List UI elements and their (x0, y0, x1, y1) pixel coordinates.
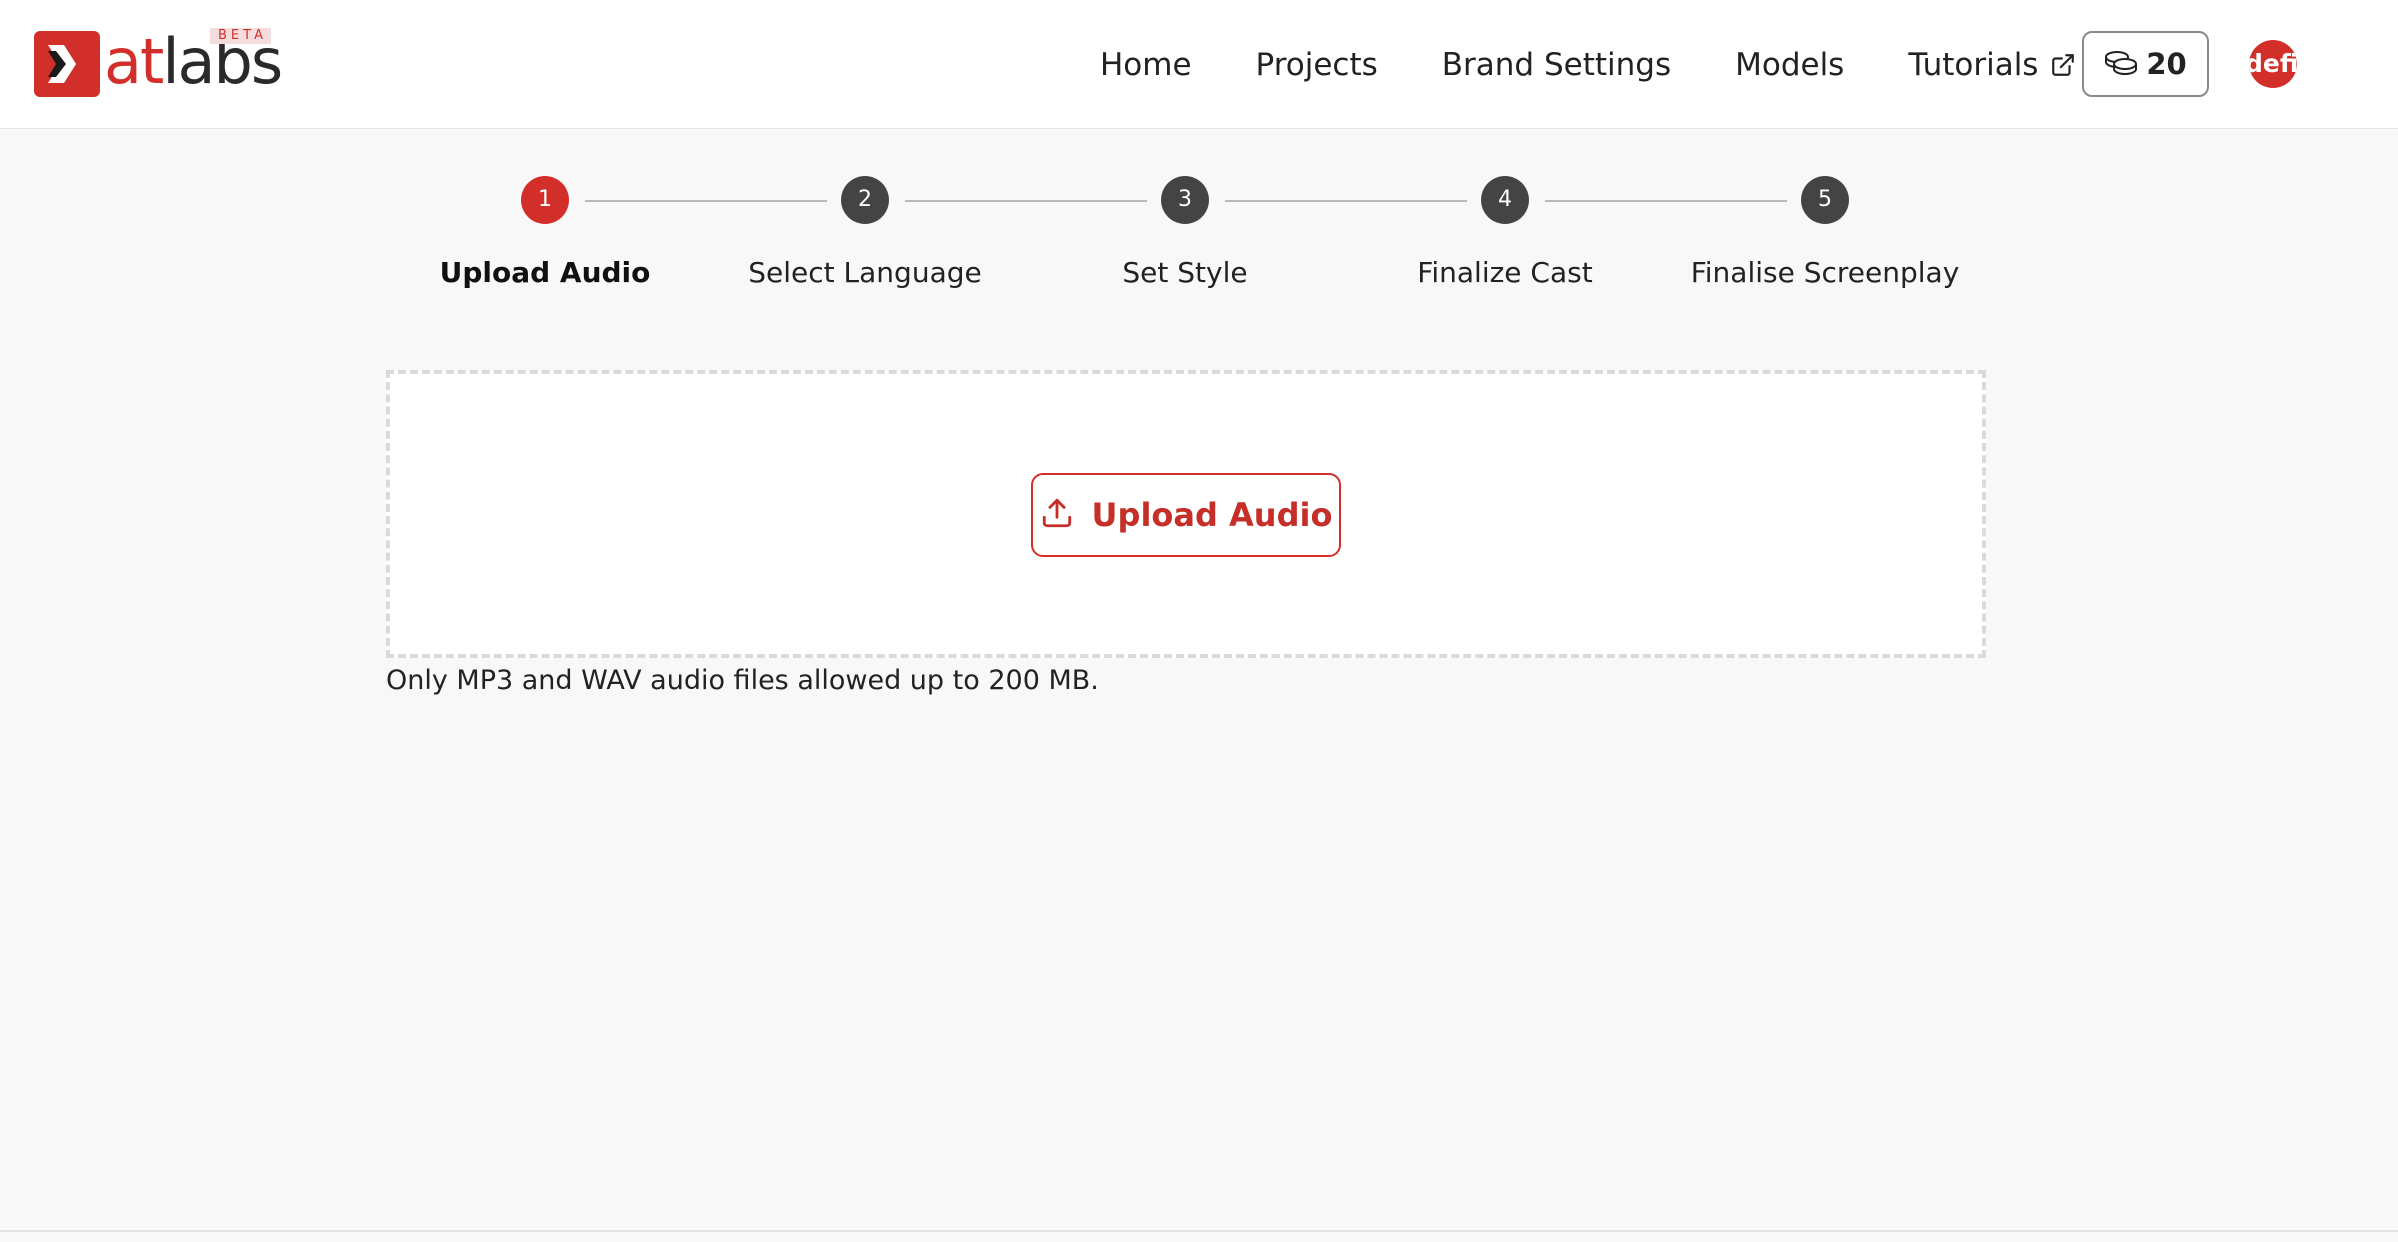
step-1-label: Upload Audio (440, 256, 651, 289)
step-4-label: Finalize Cast (1417, 256, 1592, 289)
step-connector (1225, 200, 1467, 202)
logo-accent-text: at (104, 25, 162, 98)
upload-audio-button-label: Upload Audio (1092, 496, 1333, 534)
external-link-icon (2050, 52, 2076, 78)
brand-logo[interactable]: atlabs BETA (34, 30, 281, 98)
upload-audio-button[interactable]: Upload Audio (1031, 473, 1341, 557)
step-3-circle[interactable]: 3 (1161, 176, 1209, 224)
nav-home-label: Home (1100, 47, 1192, 83)
step-1-circle[interactable]: 1 (521, 176, 569, 224)
upload-icon (1040, 496, 1074, 534)
nav-tutorials[interactable]: Tutorials (1908, 47, 2076, 83)
avatar-text: defi (2249, 49, 2297, 78)
step-connector (1545, 200, 1787, 202)
nav-brand-settings[interactable]: Brand Settings (1442, 47, 1671, 83)
bottom-divider (0, 1230, 2398, 1232)
nav-models[interactable]: Models (1735, 47, 1844, 83)
user-avatar[interactable]: defi (2249, 40, 2297, 88)
step-2-label: Select Language (748, 256, 981, 289)
step-3-label: Set Style (1122, 256, 1247, 289)
step-4-circle[interactable]: 4 (1481, 176, 1529, 224)
credits-button[interactable]: 20 (2082, 31, 2209, 97)
upload-help-text: Only MP3 and WAV audio files allowed up … (386, 665, 1099, 696)
coins-icon (2104, 49, 2138, 79)
credits-count: 20 (2146, 47, 2186, 81)
beta-badge: BETA (210, 28, 271, 44)
nav-home[interactable]: Home (1100, 47, 1192, 83)
step-5-label: Finalise Screenplay (1691, 256, 1960, 289)
step-connector (585, 200, 827, 202)
nav-models-label: Models (1735, 47, 1844, 83)
nav-projects-label: Projects (1256, 47, 1378, 83)
logo-mark-icon (34, 31, 100, 97)
nav-brand-settings-label: Brand Settings (1442, 47, 1671, 83)
top-header: atlabs BETA Home Projects Brand Settings… (0, 0, 2398, 129)
nav-projects[interactable]: Projects (1256, 47, 1378, 83)
step-2-circle[interactable]: 2 (841, 176, 889, 224)
step-5-circle[interactable]: 5 (1801, 176, 1849, 224)
nav-tutorials-label: Tutorials (1908, 47, 2038, 83)
main-nav: Home Projects Brand Settings Models Tuto… (1100, 0, 2076, 129)
step-connector (905, 200, 1147, 202)
